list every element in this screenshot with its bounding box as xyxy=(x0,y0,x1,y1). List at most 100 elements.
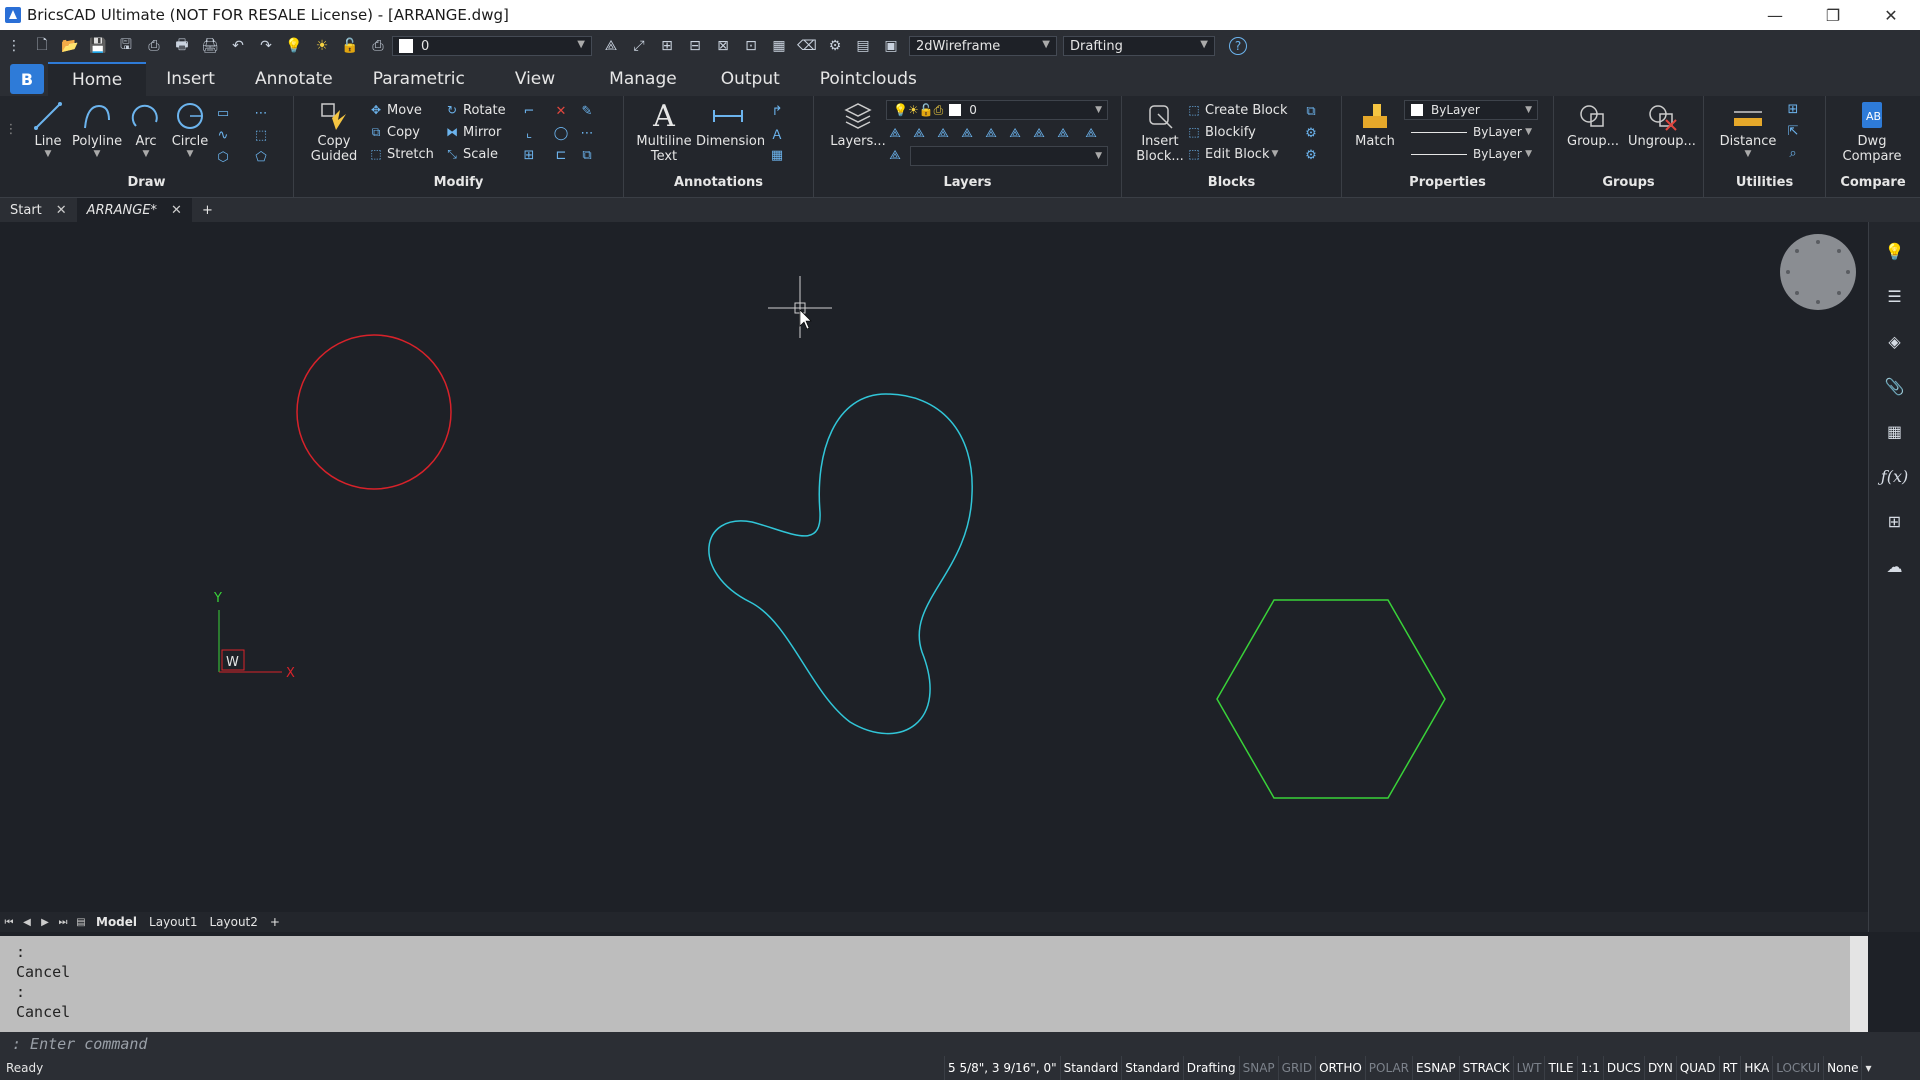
application-menu-button[interactable]: B xyxy=(10,64,44,94)
restore-button[interactable]: ❐ xyxy=(1804,0,1862,30)
new-file-icon[interactable]: 🗋 xyxy=(31,36,53,56)
status-item-4[interactable]: GRID xyxy=(1277,1056,1315,1080)
copy-button[interactable]: ⧉ Copy xyxy=(368,122,420,142)
spline-icon[interactable]: ∿ xyxy=(214,126,232,144)
tab-home[interactable]: Home xyxy=(48,62,147,96)
layer-unisolate-icon[interactable]: ⊟ xyxy=(684,36,706,56)
tab-insert[interactable]: Insert xyxy=(146,62,235,96)
delete-icon[interactable]: ✕ xyxy=(552,102,570,120)
layer-isolate-icon[interactable]: ⊞ xyxy=(656,36,678,56)
hatch-icon[interactable]: ▦ xyxy=(1880,416,1910,446)
tab-manage[interactable]: Manage xyxy=(585,62,701,96)
green-hexagon[interactable] xyxy=(1216,599,1446,799)
layer-tool-6-icon[interactable]: ⟁ xyxy=(1006,124,1024,142)
layer-thaw-icon[interactable]: ☀ xyxy=(311,36,333,56)
multiline-text-button[interactable]: A Multiline Text xyxy=(636,99,692,165)
offset-icon[interactable]: ◯ xyxy=(552,124,570,142)
red-circle[interactable] xyxy=(296,334,452,490)
layer-tool-8-icon[interactable]: ⟁ xyxy=(1054,124,1072,142)
tab-annotate[interactable]: Annotate xyxy=(235,62,353,96)
status-item-7[interactable]: ESNAP xyxy=(1412,1056,1459,1080)
block-param-icon[interactable]: ⚙ xyxy=(1302,146,1320,164)
prev-layout-icon[interactable]: ◀ xyxy=(18,917,36,928)
block-attribute-icon[interactable]: ⧉ xyxy=(1302,102,1320,120)
table-icon[interactable]: ▦ xyxy=(768,36,790,56)
status-item-3[interactable]: SNAP xyxy=(1238,1056,1278,1080)
print-icon[interactable]: 🖶 xyxy=(171,36,193,56)
quick-select-icon[interactable]: ⌕ xyxy=(1784,144,1802,162)
insert-block-button[interactable]: Insert Block... xyxy=(1136,100,1184,164)
block-tool-icon[interactable]: ⚙ xyxy=(1302,124,1320,142)
cyan-blob-spline[interactable] xyxy=(708,393,973,735)
status-item-17[interactable]: LOCKUI xyxy=(1772,1056,1823,1080)
layer-state-icon[interactable]: ⟁ xyxy=(886,146,904,164)
edit-icon[interactable]: ✎ xyxy=(578,102,596,120)
circle-button[interactable]: Circle ▼ xyxy=(166,100,214,159)
next-layout-icon[interactable]: ▶ xyxy=(36,917,54,928)
boundary-icon[interactable]: ⬚ xyxy=(252,126,270,144)
help-icon[interactable]: ? xyxy=(1229,37,1247,55)
trim-icon[interactable]: ⌐ xyxy=(520,102,538,120)
lineweight-select[interactable]: ByLayer ▼ xyxy=(1404,144,1538,164)
linetype-select[interactable]: ByLayer ▼ xyxy=(1404,122,1538,142)
last-layout-icon[interactable]: ⏭ xyxy=(54,917,72,928)
dimension-button[interactable]: Dimension xyxy=(696,100,765,149)
line-button[interactable]: Line ▼ xyxy=(24,100,72,159)
point-icon[interactable]: ⋯ xyxy=(252,104,270,122)
move-button[interactable]: ✥ Move xyxy=(368,100,422,120)
status-item-9[interactable]: LWT xyxy=(1512,1056,1545,1080)
blockify-button[interactable]: ⬚ Blockify xyxy=(1186,122,1256,142)
ungroup-button[interactable]: Ungroup... xyxy=(1624,100,1700,149)
settings-icon[interactable]: ⚙ xyxy=(824,36,846,56)
arc-button[interactable]: Arc ▼ xyxy=(122,100,170,159)
properties-sliders-icon[interactable]: ☰ xyxy=(1880,281,1910,311)
explode-icon[interactable]: ⋯ xyxy=(578,124,596,142)
layer-tool-7-icon[interactable]: ⟁ xyxy=(1030,124,1048,142)
status-item-2[interactable]: Drafting xyxy=(1182,1056,1239,1080)
lightbulb-icon[interactable]: 💡 xyxy=(1880,236,1910,266)
layout-tab-model[interactable]: Model xyxy=(90,915,143,929)
tab-output[interactable]: Output xyxy=(701,62,800,96)
layout-list-icon[interactable]: ▤ xyxy=(72,917,90,928)
edit-block-button[interactable]: ⬚ Edit Block ▼ xyxy=(1186,144,1278,164)
status-item-16[interactable]: HKA xyxy=(1740,1056,1772,1080)
open-file-icon[interactable]: 📂 xyxy=(59,36,81,56)
layer-plot-icon[interactable]: ⎙ xyxy=(367,36,389,56)
status-item-18[interactable]: None xyxy=(1823,1056,1861,1080)
save-as-icon[interactable]: 🖫 xyxy=(115,36,137,56)
dwg-compare-button[interactable]: AB Dwg Compare xyxy=(1834,100,1910,164)
mirror-button[interactable]: ⧓ Mirror xyxy=(444,122,501,142)
match-properties-button[interactable]: Match xyxy=(1352,100,1398,149)
tab-view[interactable]: View xyxy=(485,62,585,96)
select-icon[interactable]: ⇱ xyxy=(1784,122,1802,140)
rectangle-icon[interactable]: ▭ xyxy=(214,104,232,122)
make-layer-current-icon[interactable]: ⟁ xyxy=(600,36,622,56)
leader-icon[interactable]: ↱ xyxy=(768,102,786,120)
status-item-14[interactable]: QUAD xyxy=(1675,1056,1719,1080)
measure-icon[interactable]: ⊞ xyxy=(1784,100,1802,118)
layers-button[interactable]: Layers... xyxy=(830,100,886,149)
minimize-button[interactable]: — xyxy=(1746,0,1804,30)
eraser-icon[interactable]: ⌫ xyxy=(796,36,818,56)
layout-tab-layout1[interactable]: Layout1 xyxy=(143,915,203,929)
status-item-11[interactable]: 1:1 xyxy=(1576,1056,1603,1080)
distance-button[interactable]: Distance ▼ xyxy=(1718,100,1778,159)
workspace-select[interactable]: Drafting ▼ xyxy=(1063,36,1215,56)
table-icon[interactable]: ▦ xyxy=(768,146,786,164)
add-layout-button[interactable]: + xyxy=(264,915,286,929)
status-item-5[interactable]: ORTHO xyxy=(1315,1056,1365,1080)
copy-guided-button[interactable]: Copy Guided xyxy=(310,100,358,164)
save-icon[interactable]: 💾 xyxy=(87,36,109,56)
layout-tab-layout2[interactable]: Layout2 xyxy=(203,915,263,929)
stretch-button[interactable]: ⬚ Stretch xyxy=(368,144,434,164)
break-icon[interactable]: ⧉ xyxy=(578,146,596,164)
redo-icon[interactable]: ↷ xyxy=(255,36,277,56)
rotate-button[interactable]: ↻ Rotate xyxy=(444,100,506,120)
undo-icon[interactable]: ↶ xyxy=(227,36,249,56)
properties-icon[interactable]: ▤ xyxy=(852,36,874,56)
status-item-0[interactable]: Standard xyxy=(1059,1056,1122,1080)
command-history-scrollbar[interactable] xyxy=(1850,936,1868,1032)
layer-tool-4-icon[interactable]: ⟁ xyxy=(958,124,976,142)
polyline-button[interactable]: Polyline ▼ xyxy=(72,100,122,159)
layer-state-select[interactable]: ▼ xyxy=(910,146,1108,166)
